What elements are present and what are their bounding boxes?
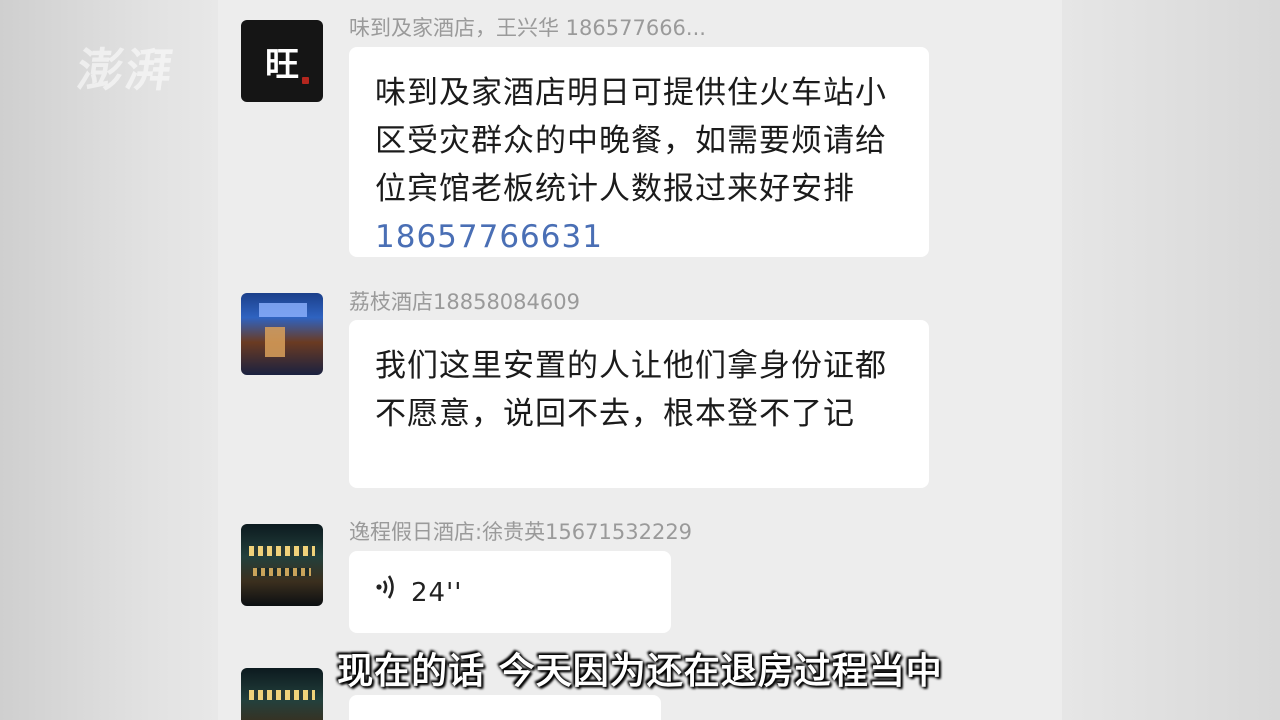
- storefront-door-image: [265, 327, 285, 357]
- message-bubble[interactable]: 味到及家酒店明日可提供住火车站小区受灾群众的中晚餐，如需要烦请给位宾馆老板统计人…: [349, 47, 929, 257]
- sender-name: 逸程假日酒店:徐贵英15671532229: [349, 520, 693, 544]
- chat-window[interactable]: 旺 味到及家酒店，王兴华 186577666... 味到及家酒店明日可提供住火车…: [218, 0, 1062, 720]
- sender-name: 味到及家酒店，王兴华 186577666...: [349, 16, 706, 40]
- message-text: 我们这里安置的人让他们拿身份证都不愿意，说回不去，根本登不了记: [375, 348, 887, 432]
- seal-icon: [302, 77, 309, 84]
- right-blurred-background: [1062, 0, 1280, 720]
- avatar-yicheng-hotel[interactable]: [241, 524, 323, 606]
- avatar-lizhi-hotel[interactable]: [241, 293, 323, 375]
- message-bubble[interactable]: 我们这里安置的人让他们拿身份证都不愿意，说回不去，根本登不了记: [349, 320, 929, 488]
- voice-message: 24'': [375, 569, 645, 617]
- voice-duration: 24'': [411, 578, 463, 608]
- message-bubble-partial[interactable]: [349, 695, 661, 720]
- phone-link[interactable]: 18657766631: [375, 219, 603, 255]
- storefront-lights-image: [253, 568, 311, 576]
- avatar-glyph: 旺: [265, 44, 299, 85]
- sender-name: 荔枝酒店18858084609: [349, 290, 580, 314]
- message-text: 味到及家酒店明日可提供住火车站小区受灾群众的中晚餐，如需要烦请给位宾馆老板统计人…: [375, 75, 887, 207]
- video-subtitle: 现在的话 今天因为还在退房过程当中: [337, 651, 943, 692]
- voice-wave-icon: [375, 569, 397, 617]
- storefront-lights-image: [249, 546, 315, 556]
- avatar-weidao-hotel[interactable]: 旺: [241, 20, 323, 102]
- voice-message-bubble[interactable]: 24'': [349, 551, 671, 633]
- left-blurred-background: 澎湃: [0, 0, 218, 720]
- storefront-sign-image: [259, 303, 307, 317]
- watermark-logo: 澎湃: [73, 43, 178, 97]
